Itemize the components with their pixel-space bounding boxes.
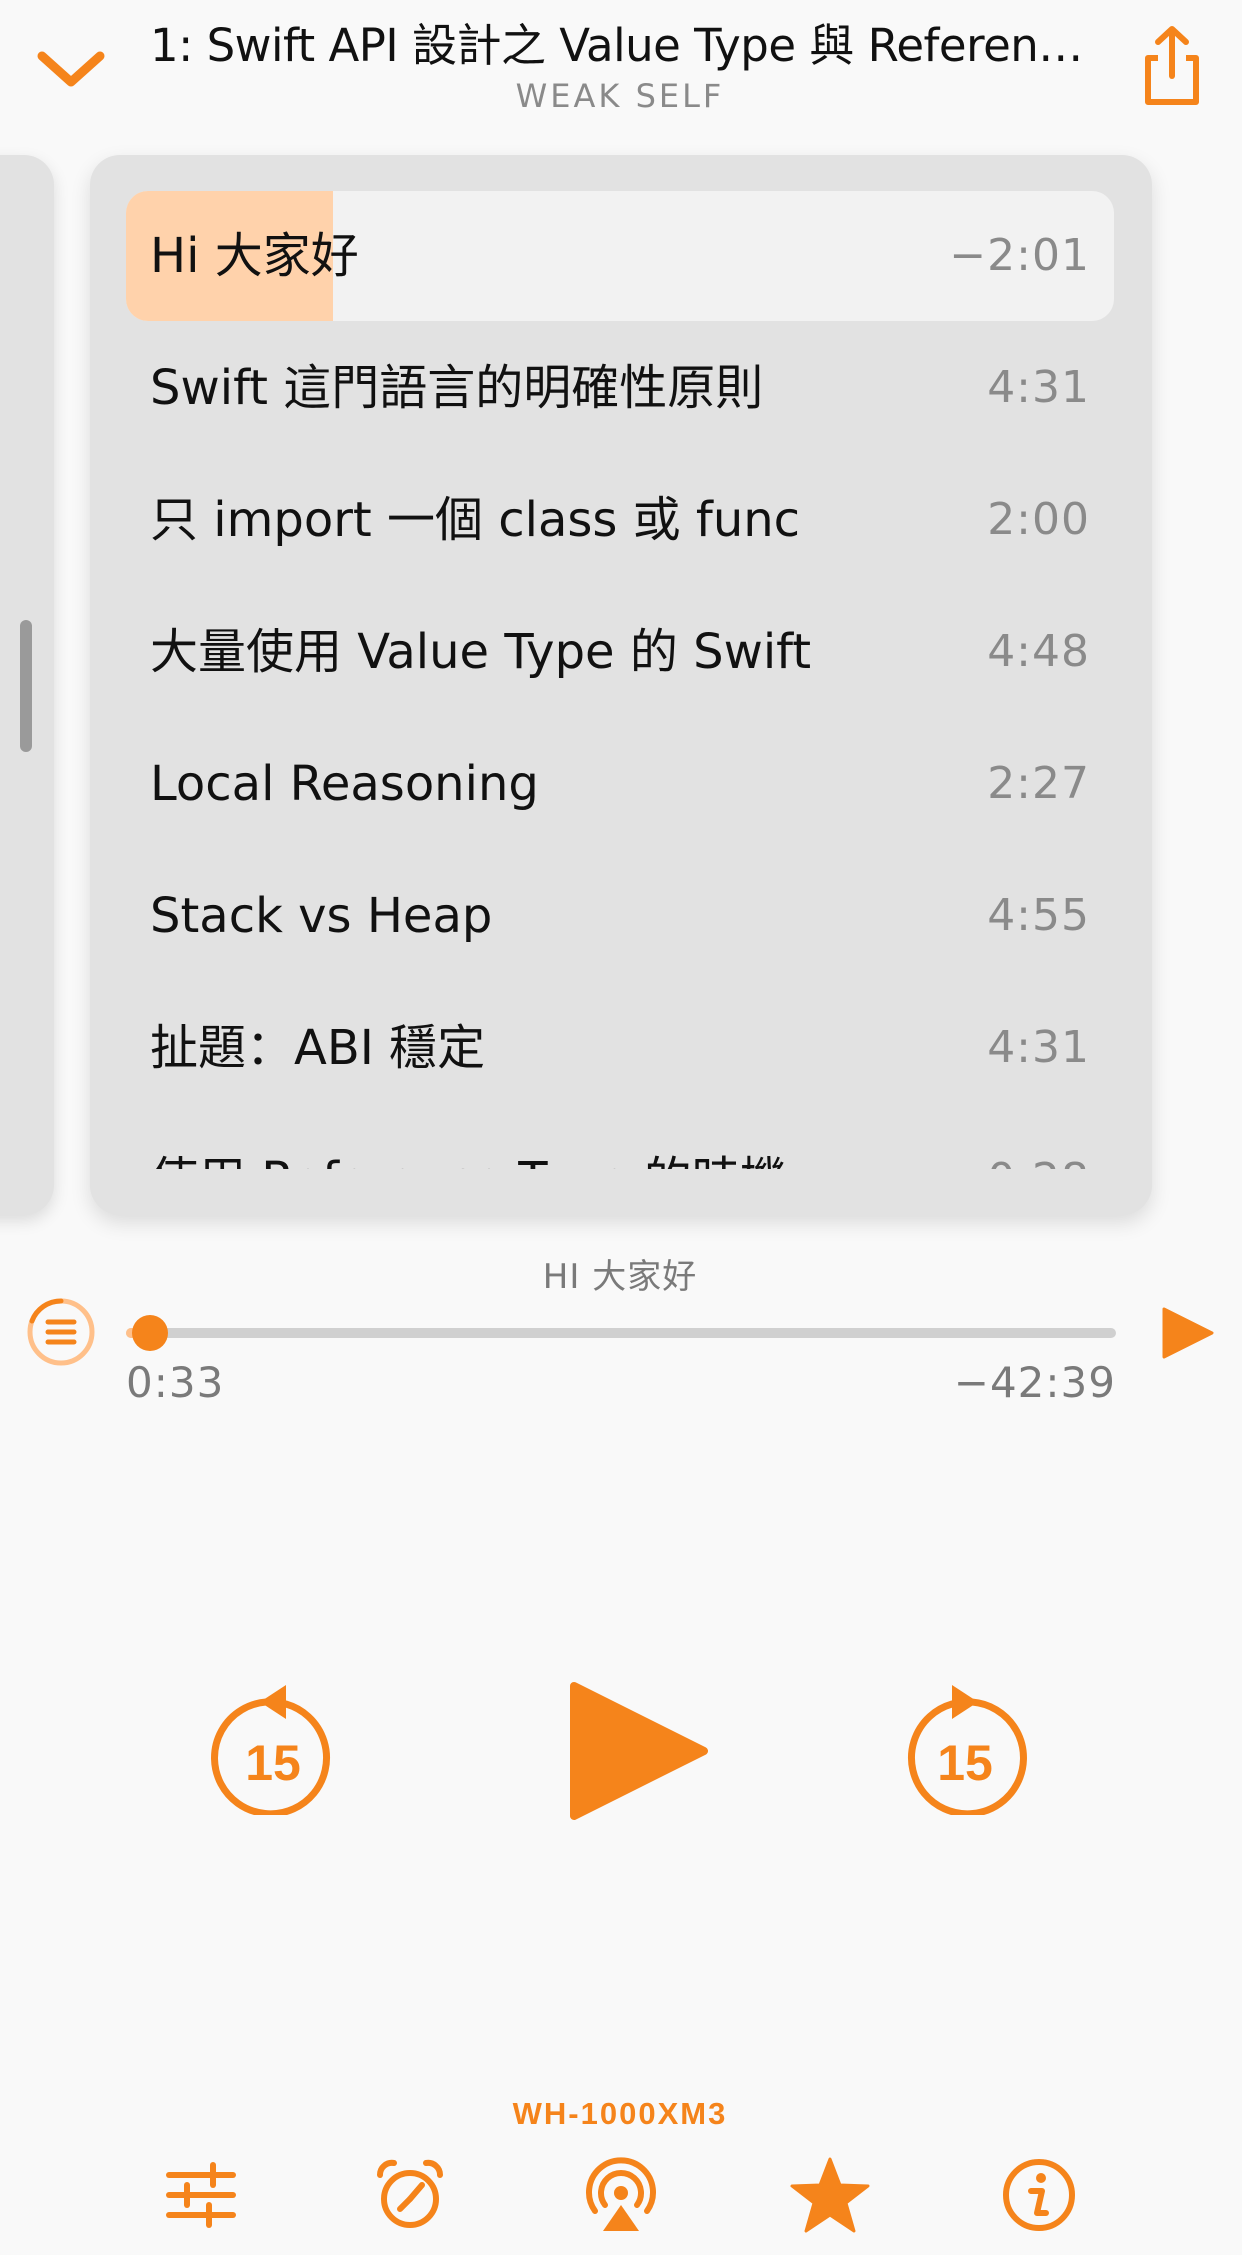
- chapters-button[interactable]: [26, 1297, 96, 1367]
- skip-back-seconds: 15: [245, 1735, 301, 1791]
- chapter-title: Hi 大家好: [150, 228, 359, 284]
- skip-forward-button[interactable]: 15: [900, 1675, 1030, 1815]
- chapter-item[interactable]: 大量使用 Value Type 的 Swift 4:48: [126, 587, 1114, 717]
- remaining-time: −42:39: [953, 1358, 1116, 1407]
- sliders-icon: [166, 2162, 236, 2228]
- skip-back-button[interactable]: 15: [208, 1675, 338, 1815]
- star-icon: [790, 2157, 870, 2233]
- chapter-play-button[interactable]: [1160, 1303, 1216, 1363]
- chapter-title: Stack vs Heap: [150, 888, 493, 944]
- chapter-time: 4:31: [987, 362, 1090, 413]
- chapter-time: 2:27: [987, 758, 1090, 809]
- chapter-item[interactable]: Local Reasoning 2:27: [126, 719, 1114, 849]
- play-icon: [570, 1682, 708, 1820]
- scrubber-thumb[interactable]: [132, 1315, 168, 1351]
- alarm-clock-icon: [376, 2159, 444, 2228]
- info-icon: [1003, 2159, 1075, 2231]
- elapsed-time: 0:33: [126, 1358, 225, 1407]
- share-button[interactable]: [1136, 24, 1208, 108]
- chapter-title: Swift 這門語言的明確性原則: [150, 360, 764, 416]
- chapter-item[interactable]: 只 import 一個 class 或 func 2:00: [126, 455, 1114, 585]
- play-button[interactable]: [568, 1680, 710, 1822]
- output-device-label[interactable]: WH-1000XM3: [420, 2092, 820, 2136]
- chapter-item[interactable]: 扯題：ABI 穩定 4:31: [126, 983, 1114, 1113]
- chapter-title: Local Reasoning: [150, 756, 539, 812]
- chapter-item-active[interactable]: Hi 大家好 −2:01: [126, 191, 1114, 321]
- chapter-time: 4:55: [987, 890, 1090, 941]
- effects-button[interactable]: [161, 2155, 241, 2235]
- chapter-title: 扯題：ABI 穩定: [150, 1020, 486, 1076]
- chapter-time: 4:31: [987, 1022, 1090, 1073]
- podcast-name[interactable]: WEAK SELF: [420, 76, 820, 116]
- chapter-item[interactable]: Stack vs Heap 4:55: [126, 851, 1114, 981]
- airplay-icon: [586, 2157, 656, 2231]
- info-button[interactable]: [999, 2155, 1079, 2235]
- star-button[interactable]: [790, 2155, 870, 2235]
- chapter-title: 只 import 一個 class 或 func: [150, 492, 801, 548]
- airplay-button[interactable]: [581, 2155, 661, 2235]
- chapter-time: 4:48: [987, 626, 1090, 677]
- current-chapter-label: HI 大家好: [542, 1257, 698, 1297]
- sleep-timer-button[interactable]: [370, 2155, 450, 2235]
- chapter-item[interactable]: Swift 這門語言的明確性原則 4:31: [126, 323, 1114, 453]
- episode-title: 1: Swift API 設計之 Value Type 與 Reference…: [150, 19, 1100, 72]
- skip-forward-seconds: 15: [937, 1735, 993, 1791]
- chapter-list: Hi 大家好 −2:01 Swift 這門語言的明確性原則 4:31 只 imp…: [90, 155, 1152, 1215]
- chapter-list-icon: [27, 1298, 95, 1366]
- play-icon: [1162, 1307, 1214, 1359]
- chapter-time: −2:01: [949, 230, 1090, 281]
- chapter-time: 2:00: [987, 494, 1090, 545]
- card-bottom-mask: [90, 1169, 1152, 1215]
- playback-scrubber[interactable]: [126, 1328, 1116, 1338]
- scroll-indicator[interactable]: [20, 620, 32, 752]
- chevron-down-icon: [37, 51, 105, 87]
- collapse-button[interactable]: [26, 30, 116, 110]
- chapter-title: 大量使用 Value Type 的 Swift: [150, 624, 812, 680]
- share-icon: [1145, 26, 1199, 105]
